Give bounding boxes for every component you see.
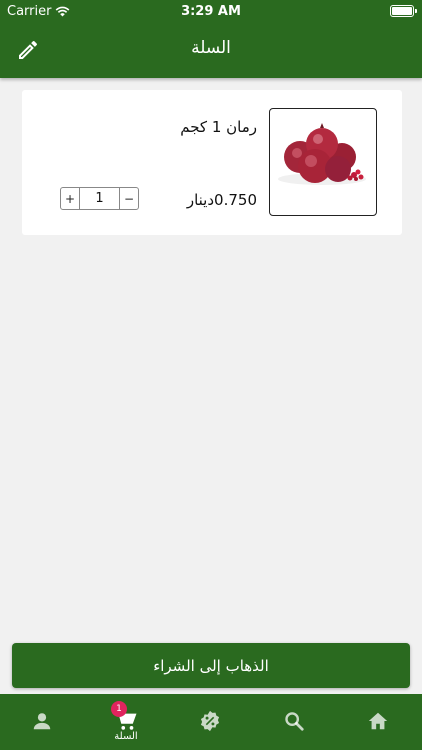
quantity-stepper: + 1 − <box>60 187 139 210</box>
tab-search[interactable] <box>252 694 336 750</box>
profile-icon <box>33 713 51 730</box>
tab-cart[interactable]: 1 السلة <box>84 694 168 750</box>
product-image[interactable] <box>269 108 377 216</box>
tab-bar: 1 السلة <box>0 694 422 750</box>
tab-profile[interactable] <box>0 694 84 750</box>
product-price: 0.750دينار <box>186 191 257 209</box>
battery-icon <box>390 5 417 17</box>
increment-button[interactable]: + <box>61 188 80 209</box>
cart-badge: 1 <box>111 701 127 717</box>
home-icon <box>368 712 388 730</box>
page-title: السلة <box>191 38 231 58</box>
status-bar: Carrier 3:29 AM <box>0 0 422 22</box>
tab-offers[interactable] <box>168 694 252 750</box>
tab-cart-label: السلة <box>114 731 138 742</box>
tab-home[interactable] <box>336 694 420 750</box>
decrement-button[interactable]: − <box>119 188 138 209</box>
quantity-value[interactable]: 1 <box>80 188 119 209</box>
cart-item-card: رمان 1 كجم 0.750دينار + 1 − <box>22 90 402 235</box>
checkout-button[interactable]: الذهاب إلى الشراء <box>12 643 410 688</box>
product-name: رمان 1 كجم <box>180 118 257 136</box>
pomegranate-image <box>278 123 366 185</box>
clock: 3:29 AM <box>181 4 241 19</box>
discount-icon <box>200 710 220 732</box>
navigation-bar: السلة <box>0 22 422 78</box>
search-icon <box>285 712 304 731</box>
